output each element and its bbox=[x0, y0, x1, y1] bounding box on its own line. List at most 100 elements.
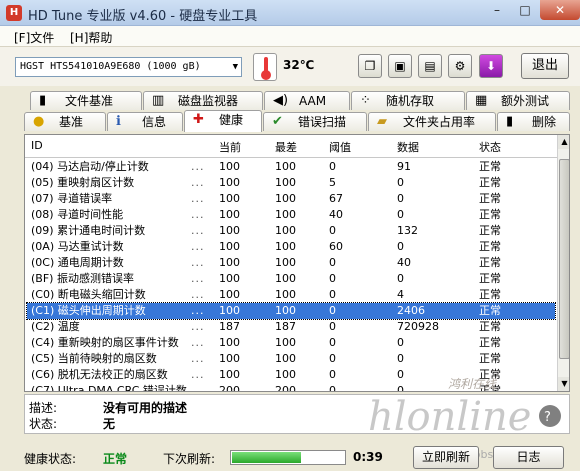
cell-worst: 100 bbox=[275, 240, 296, 253]
col-worst[interactable]: 最差 bbox=[275, 139, 297, 155]
cell-id: (05) 重映射扇区计数 bbox=[31, 176, 135, 189]
col-current[interactable]: 当前 bbox=[219, 139, 241, 155]
hdtune-app-icon: H bbox=[6, 5, 22, 21]
table-row[interactable]: (C2) 温度 187 187 0 720928 正常... bbox=[27, 319, 555, 335]
cell-ellipsis: ... bbox=[191, 224, 205, 237]
cell-current: 100 bbox=[219, 304, 240, 317]
close-button[interactable]: ✕ bbox=[540, 0, 580, 20]
col-threshold[interactable]: 阈值 bbox=[329, 139, 351, 155]
cell-data: 0 bbox=[397, 368, 404, 381]
tab-file-benchmark[interactable]: ▮ 文件基准 bbox=[30, 91, 142, 110]
cell-threshold: 60 bbox=[329, 240, 343, 253]
cell-current: 100 bbox=[219, 368, 240, 381]
status-value: 无 bbox=[103, 417, 116, 431]
error-scan-icon: ✔ bbox=[272, 114, 283, 129]
tab-error-scan[interactable]: ✔ 错误扫描 bbox=[263, 112, 367, 131]
tab-extra-tests[interactable]: ▦ 额外测试 bbox=[466, 91, 570, 110]
cell-data: 132 bbox=[397, 224, 418, 237]
cell-current: 100 bbox=[219, 192, 240, 205]
table-scrollbar[interactable]: ▲ ▼ bbox=[557, 135, 569, 391]
tab-health[interactable]: ✚ 健康 bbox=[184, 110, 262, 132]
cell-ellipsis: ... bbox=[191, 240, 205, 253]
cell-worst: 100 bbox=[275, 304, 296, 317]
cell-threshold: 0 bbox=[329, 336, 336, 349]
scroll-up-icon[interactable]: ▲ bbox=[558, 135, 569, 149]
cell-status: 正常 bbox=[479, 208, 501, 221]
table-row[interactable]: (0C) 通电周期计数 100 100 0 40 正常... bbox=[27, 255, 555, 271]
menu-help[interactable]: [H]帮助 bbox=[70, 29, 112, 46]
file-benchmark-icon: ▮ bbox=[39, 93, 47, 108]
copy-screen-button[interactable]: ▣ bbox=[388, 54, 412, 78]
cell-ellipsis: ... bbox=[191, 336, 205, 349]
cell-threshold: 0 bbox=[329, 304, 336, 317]
extra-tests-icon: ▦ bbox=[475, 93, 488, 108]
status-label: 状态: bbox=[29, 417, 58, 431]
col-status[interactable]: 状态 bbox=[479, 139, 501, 155]
table-row[interactable]: (05) 重映射扇区计数 100 100 5 0 正常... bbox=[27, 175, 555, 191]
exit-button[interactable]: 退出 bbox=[521, 53, 569, 79]
cell-id: (C4) 重新映射的扇区事件计数 bbox=[31, 336, 179, 349]
menu-file[interactable]: [F]文件 bbox=[14, 29, 54, 46]
download-button[interactable]: ⬇ bbox=[479, 54, 503, 78]
cell-status: 正常 bbox=[479, 352, 501, 365]
maximize-button[interactable]: □ bbox=[512, 0, 538, 20]
speaker-icon: ◀) bbox=[273, 93, 289, 108]
table-row[interactable]: (09) 累计通电时间计数 100 100 0 132 正常... bbox=[27, 223, 555, 239]
next-refresh-label: 下次刷新: bbox=[163, 452, 216, 466]
tab-erase[interactable]: ▮ 删除 bbox=[497, 112, 570, 131]
cell-ellipsis: ... bbox=[191, 304, 205, 317]
table-row[interactable]: (04) 马达启动/停止计数 100 100 0 91 正常... bbox=[27, 159, 555, 175]
cell-ellipsis: ... bbox=[191, 352, 205, 365]
tab-folder-usage[interactable]: ▰ 文件夹占用率 bbox=[368, 112, 496, 131]
drive-select[interactable]: HGST HTS541010A9E680 (1000 gB) ▼ bbox=[15, 57, 242, 77]
cell-status: 正常 bbox=[479, 160, 501, 173]
cell-current: 100 bbox=[219, 352, 240, 365]
save-button[interactable]: ▤ bbox=[418, 54, 442, 78]
col-data[interactable]: 数据 bbox=[397, 139, 419, 155]
cell-id: (09) 累计通电时间计数 bbox=[31, 224, 146, 237]
table-row[interactable]: (C4) 重新映射的扇区事件计数 100 100 0 0 正常... bbox=[27, 335, 555, 351]
table-row[interactable]: (0A) 马达重试计数 100 100 60 0 正常... bbox=[27, 239, 555, 255]
tab-disk-monitor[interactable]: ▥ 磁盘监视器 bbox=[143, 91, 263, 110]
cell-worst: 100 bbox=[275, 352, 296, 365]
tab-info[interactable]: ℹ 信息 bbox=[107, 112, 183, 131]
tab-benchmark[interactable]: ● 基准 bbox=[24, 112, 106, 131]
table-row[interactable]: (C7) Ultra DMA CRC 错误计数 200 200 0 0 正常... bbox=[27, 383, 555, 392]
scroll-down-icon[interactable]: ▼ bbox=[558, 377, 569, 391]
cell-worst: 100 bbox=[275, 272, 296, 285]
copy-info-button[interactable]: ❐ bbox=[358, 54, 382, 78]
cell-worst: 100 bbox=[275, 368, 296, 381]
minimize-button[interactable]: – bbox=[484, 0, 510, 20]
refresh-now-button[interactable]: 立即刷新 bbox=[413, 446, 479, 469]
table-row[interactable]: (C6) 脱机无法校正的扇区数 100 100 0 0 正常... bbox=[27, 367, 555, 383]
cell-data: 2406 bbox=[397, 304, 425, 317]
cell-status: 正常 bbox=[479, 368, 501, 381]
save-icon: ▤ bbox=[424, 59, 436, 73]
info-icon: ℹ bbox=[116, 114, 121, 129]
table-row[interactable]: (C1) 磁头伸出周期计数 100 100 0 2406 正常... bbox=[26, 302, 556, 320]
refresh-progress-bar bbox=[230, 450, 346, 465]
table-row[interactable]: (07) 寻道错误率 100 100 67 0 正常... bbox=[27, 191, 555, 207]
cell-status: 正常 bbox=[479, 304, 501, 317]
log-button[interactable]: 日志 bbox=[493, 446, 564, 469]
table-header: ID 当前 最差 阈值 数据 状态 bbox=[25, 135, 569, 158]
tab-aam[interactable]: ◀) AAM bbox=[264, 91, 350, 110]
cell-ellipsis: ... bbox=[191, 288, 205, 301]
cell-worst: 100 bbox=[275, 288, 296, 301]
table-row[interactable]: (C5) 当前待映射的扇区数 100 100 0 0 正常... bbox=[27, 351, 555, 367]
description-label: 描述: bbox=[29, 401, 58, 415]
tab-random-access[interactable]: ⁘ 随机存取 bbox=[351, 91, 465, 110]
table-row[interactable]: (08) 寻道时间性能 100 100 40 0 正常... bbox=[27, 207, 555, 223]
cell-current: 100 bbox=[219, 208, 240, 221]
cell-current: 100 bbox=[219, 288, 240, 301]
scroll-thumb[interactable] bbox=[559, 159, 569, 359]
cell-status: 正常 bbox=[479, 176, 501, 189]
cell-current: 100 bbox=[219, 240, 240, 253]
col-id[interactable]: ID bbox=[31, 139, 43, 152]
options-button[interactable]: ⚙ bbox=[448, 54, 472, 78]
table-row[interactable]: (C0) 断电磁头缩回计数 100 100 0 4 正常... bbox=[27, 287, 555, 303]
folder-usage-icon: ▰ bbox=[377, 114, 387, 129]
table-row[interactable]: (BF) 振动感测错误率 100 100 0 0 正常... bbox=[27, 271, 555, 287]
cell-id: (C7) Ultra DMA CRC 错误计数 bbox=[31, 384, 187, 392]
title-bar: H HD Tune 专业版 v4.60 - 硬盘专业工具 – □ ✕ bbox=[0, 0, 580, 26]
